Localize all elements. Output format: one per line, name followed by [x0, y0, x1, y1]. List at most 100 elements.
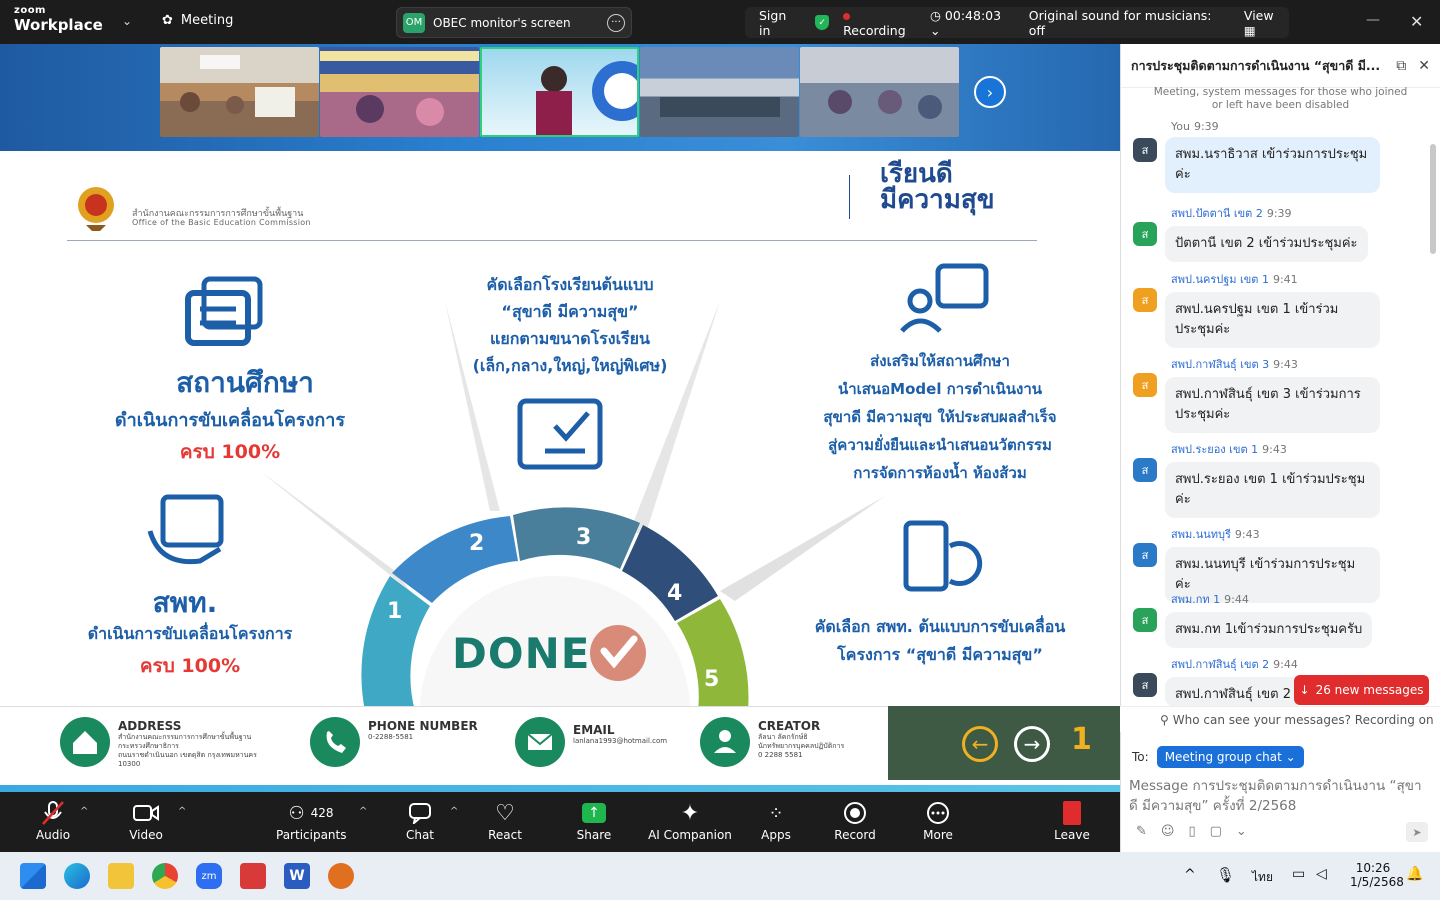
- chat-message[interactable]: สพม.กท 1 9:44 ส สพม.กท 1เข้าร่วมการประชุม…: [1133, 590, 1393, 648]
- word-icon[interactable]: W: [284, 863, 310, 889]
- timer[interactable]: ◷ 00:48:03 ⌄: [930, 8, 1015, 38]
- record-button[interactable]: Record: [833, 798, 877, 842]
- camera-icon: [126, 798, 166, 828]
- heart-icon: ♡: [495, 800, 515, 826]
- step-5: 5: [704, 667, 720, 692]
- emoji-icon[interactable]: ☺: [1161, 824, 1175, 839]
- chat-label: Chat: [405, 828, 435, 842]
- address-line: ถนนราชดำเนินนอก เขตดุสิต กรุงเทพมหานคร: [118, 751, 257, 759]
- tray-chevron-icon[interactable]: ^: [1184, 867, 1196, 883]
- more-button[interactable]: More: [918, 798, 958, 842]
- original-sound-status[interactable]: Original sound for musicians: off: [1029, 8, 1230, 38]
- right1-line: สุขาดี มีความสุข ให้ประสบผลสำเร็จ: [823, 408, 1057, 426]
- recording-indicator[interactable]: Recording: [843, 8, 916, 38]
- chrome-icon[interactable]: [152, 863, 178, 889]
- message-time: 9:43: [1273, 358, 1298, 371]
- video-thumbnail[interactable]: [800, 47, 959, 137]
- audio-button[interactable]: Audio: [33, 798, 73, 842]
- clock-time: 10:26: [1355, 861, 1391, 875]
- chat-message[interactable]: สพป.ระยอง เขต 1 9:43 ส สพป.ระยอง เขต 1 เข…: [1133, 440, 1393, 518]
- center-line: คัดเลือกโรงเรียนต้นแบบ: [486, 275, 654, 294]
- phone-icon: [310, 717, 360, 767]
- video-button[interactable]: Video: [126, 798, 166, 842]
- email-icon: [515, 717, 565, 767]
- chat-message[interactable]: สพป.กาฬสินธุ์ เขต 3 9:43 ส สพป.กาฬสินธุ์ …: [1133, 355, 1393, 433]
- video-thumbnail-active[interactable]: [480, 47, 639, 137]
- chat-button[interactable]: Chat: [400, 798, 440, 842]
- slide-number: 1: [1071, 722, 1092, 757]
- message-time: 9:39: [1193, 120, 1219, 133]
- screenshot-icon[interactable]: ▢: [1210, 824, 1222, 839]
- share-button[interactable]: ↑ Share: [572, 798, 616, 842]
- audio-options-icon[interactable]: ^: [80, 806, 88, 817]
- close-chat-icon[interactable]: ✕: [1418, 58, 1430, 74]
- sign-in-link[interactable]: Sign in: [759, 8, 801, 38]
- left1-sub: ดำเนินการขับเคลื่อนโครงการ: [114, 410, 346, 431]
- video-options-icon[interactable]: ^: [178, 806, 186, 817]
- avatar: ส: [1133, 373, 1157, 397]
- meeting-tab[interactable]: ✿ Meeting: [162, 13, 233, 28]
- message-text: สพป.กาฬสินธุ์ เขต 2: [1165, 677, 1302, 707]
- snipping-icon[interactable]: [240, 863, 266, 889]
- close-icon[interactable]: ✕: [1410, 12, 1423, 31]
- phone-block: PHONE NUMBER 0-2288-5581: [368, 719, 478, 742]
- send-icon[interactable]: ➤: [1406, 822, 1428, 842]
- volume-icon[interactable]: ◁: [1316, 866, 1327, 882]
- campaign-logo: เรียนดี มีความสุข: [880, 161, 995, 213]
- message-text: สพป.นครปฐม เขต 1 เข้าร่วมประชุมค่ะ: [1165, 292, 1380, 348]
- who-can-see-link[interactable]: ⚲ Who can see your messages? Recording o…: [1120, 706, 1440, 732]
- chat-scrollbar[interactable]: [1430, 144, 1436, 254]
- leave-button[interactable]: Leave: [1052, 798, 1092, 842]
- leave-icon: [1052, 798, 1092, 828]
- who-can-see-label: Who can see your messages? Recording on: [1172, 712, 1434, 727]
- react-button[interactable]: ♡ React: [484, 798, 526, 843]
- chat-message[interactable]: You 9:39 ส สพม.นราธิวาส เข้าร่วมการประชุม…: [1133, 120, 1393, 193]
- header-rule: [67, 240, 1037, 241]
- file-explorer-icon[interactable]: [108, 863, 134, 889]
- format-icon[interactable]: ✎: [1136, 824, 1147, 839]
- screen-share-pill[interactable]: OM OBEC monitor's screen ···: [396, 7, 632, 38]
- strip-next-button[interactable]: ›: [974, 76, 1006, 108]
- clock[interactable]: 10:26 1/5/2568: [1350, 861, 1404, 889]
- start-icon[interactable]: [20, 863, 46, 889]
- shield-icon[interactable]: ✓: [815, 15, 830, 30]
- chat-message[interactable]: สพป.ปัตตานี เขต 2 9:39 ส ปัตตานี เขต 2 เข…: [1133, 204, 1393, 262]
- file-icon[interactable]: ▯: [1188, 824, 1195, 839]
- more-icon[interactable]: ···: [607, 13, 625, 32]
- video-thumbnail[interactable]: [640, 47, 799, 137]
- participants-button[interactable]: ⚇ 428 Participants: [276, 798, 347, 843]
- zoom-brand[interactable]: zoom Workplace: [14, 6, 103, 33]
- message-sender: สพม.นนทบุรี: [1171, 528, 1231, 541]
- more-label: More: [923, 828, 953, 842]
- popout-icon[interactable]: ⧉: [1396, 58, 1406, 74]
- meeting-tab-label: Meeting: [180, 13, 234, 28]
- chat-message[interactable]: สพป.นครปฐม เขต 1 9:41 ส สพป.นครปฐม เขต 1 …: [1133, 270, 1393, 348]
- message-time: 9:43: [1234, 528, 1260, 541]
- avatar: ส: [1133, 138, 1157, 162]
- video-thumbnail[interactable]: [320, 47, 479, 137]
- new-messages-button[interactable]: ↓ 26 new messages: [1294, 675, 1429, 705]
- minimize-icon[interactable]: —: [1366, 12, 1380, 28]
- message-sender: สพป.กาฬสินธุ์ เขต 2: [1171, 658, 1270, 671]
- chevron-down-icon[interactable]: ⌄: [1236, 824, 1247, 839]
- chevron-down-icon[interactable]: ⌄: [122, 14, 132, 28]
- chat-options-icon[interactable]: ^: [450, 806, 458, 817]
- notification-icon[interactable]: 🔔: [1406, 866, 1423, 882]
- prev-slide-icon[interactable]: ←: [962, 726, 998, 762]
- edge-icon[interactable]: [64, 863, 90, 889]
- recipient-select[interactable]: Meeting group chat ⌄: [1156, 746, 1304, 768]
- view-button[interactable]: View ▦: [1244, 8, 1289, 38]
- ai-companion-button[interactable]: ✦ AI Companion: [648, 798, 732, 843]
- app-icon[interactable]: [328, 863, 354, 889]
- participants-options-icon[interactable]: ^: [359, 806, 367, 817]
- message-input[interactable]: Message การประชุมติดตามการดำเนินงาน “สุข…: [1129, 776, 1429, 816]
- recipient-value: Meeting group chat: [1164, 750, 1282, 764]
- video-thumbnail[interactable]: [160, 47, 319, 137]
- microphone-icon[interactable]: 🎙: [1216, 866, 1235, 884]
- zoom-app-icon[interactable]: zm: [196, 863, 222, 889]
- network-icon[interactable]: ▭: [1292, 866, 1305, 882]
- apps-button[interactable]: ⁘ Apps: [756, 798, 796, 843]
- right2-text: คัดเลือก สพท. ต้นแบบการขับเคลื่อน โครงกา…: [785, 613, 1095, 669]
- language-indicator[interactable]: ไทย: [1252, 868, 1273, 887]
- next-slide-icon[interactable]: →: [1014, 726, 1050, 762]
